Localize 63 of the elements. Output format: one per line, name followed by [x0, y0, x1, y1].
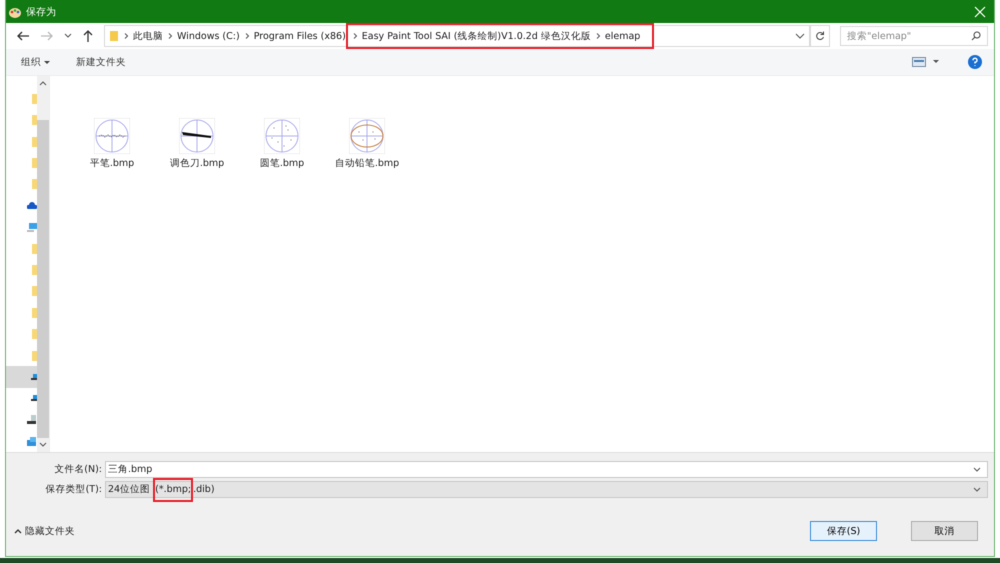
folder-icon [32, 158, 37, 168]
search-field[interactable]: 搜索"elemap" [840, 26, 988, 46]
chevron-up-icon [14, 528, 22, 534]
brush-preview-icon [179, 118, 215, 154]
cloud-icon [27, 202, 37, 210]
close-icon[interactable] [974, 6, 986, 18]
hide-folders-toggle[interactable]: 隐藏文件夹 [14, 524, 76, 538]
window-title: 保存为 [26, 6, 56, 18]
folder-icon [109, 30, 119, 42]
file-name-field[interactable]: 三角.bmp [105, 461, 988, 478]
chevron-down-icon [973, 486, 981, 492]
folder-icon [32, 136, 37, 147]
breadcrumb[interactable]: 此电脑 [133, 30, 163, 42]
folder-icon [32, 179, 37, 190]
cancel-button[interactable]: 取消 [911, 521, 978, 541]
breadcrumb[interactable]: Program Files (x86) [254, 30, 346, 42]
refresh-icon [815, 31, 825, 41]
drive-icon [31, 395, 37, 402]
file-item[interactable]: 自动铅笔.bmp [333, 118, 401, 170]
breadcrumb[interactable]: Windows (C:) [177, 30, 240, 42]
chevron-down-icon[interactable] [795, 32, 805, 40]
folder-icon [32, 264, 37, 275]
forward-arrow-icon[interactable] [40, 30, 54, 42]
file-item[interactable]: 圆笔.bmp [248, 118, 316, 170]
file-item[interactable]: 调色刀.bmp [163, 118, 231, 170]
drive-icon [31, 374, 37, 380]
file-name: 圆笔.bmp [260, 157, 304, 170]
file-name: 平笔.bmp [90, 157, 134, 170]
folder-icon [32, 115, 37, 126]
search-icon [971, 31, 981, 41]
new-folder-button[interactable]: 新建文件夹 [76, 56, 126, 68]
scroll-down-icon[interactable] [39, 442, 47, 448]
up-arrow-icon[interactable] [82, 29, 94, 43]
back-arrow-icon[interactable] [16, 30, 30, 42]
file-name: 调色刀.bmp [170, 157, 224, 170]
file-name-label: 文件名(N): [53, 463, 103, 476]
address-bar[interactable]: 此电脑 Windows (C:) Program Files (x86) Easy Paint Tool SAI (线条绘制)V1.0.2d 绿色汉化版 elemap [104, 25, 810, 47]
drive-icon [27, 415, 37, 424]
organize-menu[interactable]: 组织 [21, 56, 50, 68]
chevron-down-icon [973, 466, 981, 472]
folder-icon [32, 350, 37, 361]
view-icon[interactable] [912, 57, 926, 67]
folder-icon [32, 94, 37, 104]
refresh-button[interactable] [810, 25, 830, 47]
file-item[interactable]: 平笔.bmp [78, 118, 146, 170]
brush-preview-icon [264, 118, 300, 154]
folder-icon [32, 286, 37, 296]
brush-preview-icon [94, 118, 130, 154]
scroll-up-icon[interactable] [39, 80, 47, 86]
chevron-down-icon[interactable] [64, 33, 72, 39]
network-icon [27, 436, 37, 446]
folder-icon [32, 329, 37, 340]
file-name: 自动铅笔.bmp [334, 157, 400, 170]
monitor-icon [27, 222, 37, 232]
folder-icon [32, 308, 37, 318]
folder-icon [32, 244, 37, 254]
save-type-label: 保存类型(T): [44, 483, 103, 496]
caret-icon [44, 60, 50, 64]
chevron-down-icon[interactable] [932, 59, 940, 65]
brush-preview-icon [349, 118, 385, 154]
help-icon[interactable] [968, 55, 982, 69]
scrollbar[interactable] [37, 76, 49, 452]
save-button[interactable]: 保存(S) [810, 521, 877, 541]
